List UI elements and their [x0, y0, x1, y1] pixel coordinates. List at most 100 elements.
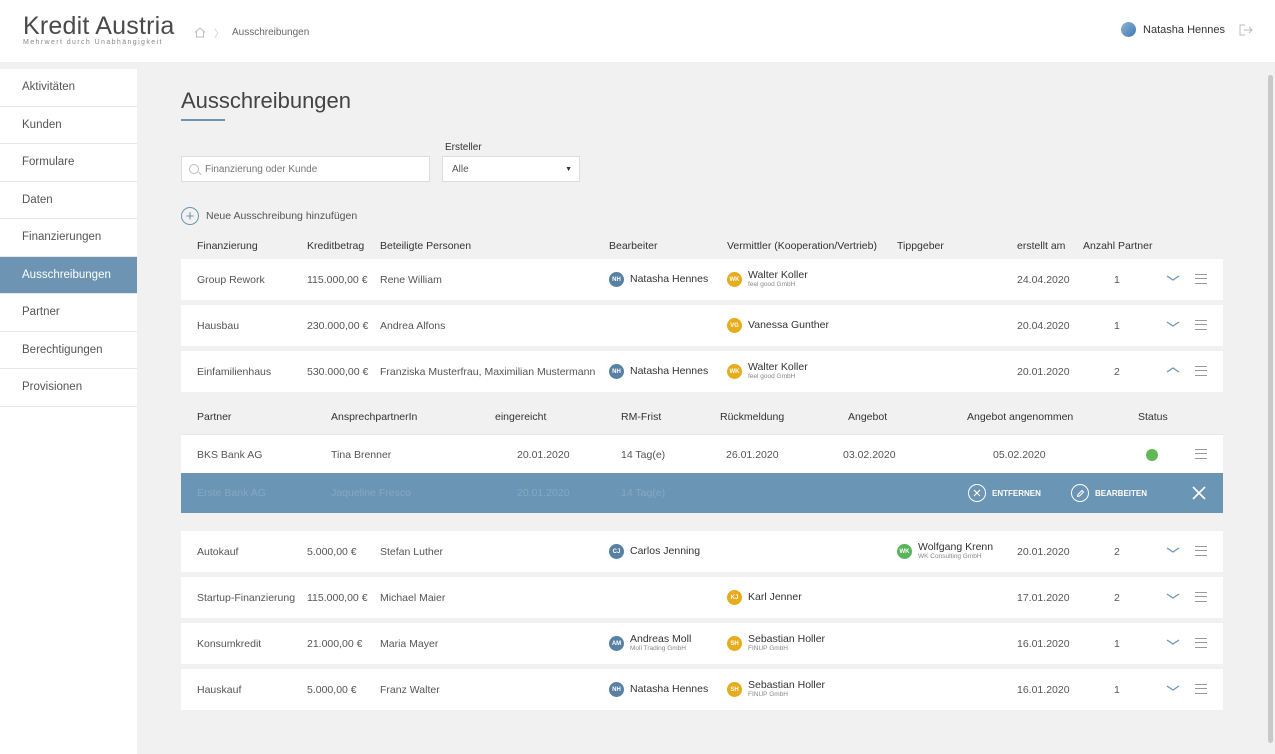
col-erstellt-am[interactable]: erstellt am	[1017, 240, 1065, 252]
table-row-expanded[interactable]: Einfamilienhaus 530.000,00 € Franziska M…	[181, 351, 1223, 392]
sidebar-item-label: Provisionen	[22, 381, 83, 394]
cell-kreditbetrag: 115.000,00 €	[307, 591, 368, 604]
sidebar-item-aktivitaeten[interactable]: Aktivitäten	[0, 69, 137, 107]
cell-bearbeiter: AM Andreas Moll Moll Trading GmbH	[609, 623, 691, 664]
subcol-status: Status	[1138, 411, 1168, 423]
top-bar: Kredit Austria Mehrwert durch Unabhängig…	[0, 0, 1275, 62]
subcol-partner: Partner	[197, 411, 232, 423]
sidebar-item-partner[interactable]: Partner	[0, 294, 137, 332]
sidebar-item-kunden[interactable]: Kunden	[0, 107, 137, 144]
edit-button[interactable]: BEARBEITEN	[1071, 484, 1147, 502]
col-kreditbetrag[interactable]: Kreditbetrag	[307, 240, 364, 252]
subcol-rm-frist: RM-Frist	[621, 411, 662, 423]
remove-label: ENTFERNEN	[992, 488, 1041, 498]
ersteller-select[interactable]: Alle ▼	[442, 156, 580, 182]
col-bearbeiter[interactable]: Bearbeiter	[609, 240, 657, 252]
brand-logo[interactable]: Kredit Austria Mehrwert durch Unabhängig…	[23, 13, 174, 46]
table-header: Finanzierung Kreditbetrag Beteiligte Per…	[181, 240, 1223, 254]
avatar: AM	[609, 636, 624, 651]
cell-personen: Michael Maier	[380, 591, 446, 604]
cell-finanzierung: Startup-Finanzierung	[197, 591, 296, 604]
scrollbar[interactable]	[1268, 75, 1273, 743]
chevron-up-icon[interactable]	[1166, 365, 1180, 375]
menu-icon[interactable]	[1195, 546, 1207, 556]
avatar: SH	[727, 636, 742, 651]
subcol-angebot: Angebot	[848, 411, 888, 423]
cell-angebot: 03.02.2020	[843, 448, 896, 461]
cell-vermittler: WK Walter Koller feel good GmbH	[727, 351, 808, 392]
user-menu[interactable]: Natasha Hennes	[1121, 22, 1253, 37]
cell-bearbeiter: NH Natasha Hennes	[609, 351, 708, 392]
chevron-down-icon[interactable]	[1166, 319, 1180, 329]
home-icon[interactable]	[194, 27, 206, 38]
subcol-angebot-angenommen: Angebot angenommen	[967, 411, 1074, 423]
search-icon	[189, 164, 199, 174]
cell-anzahl-partner: 1	[1114, 319, 1120, 332]
table-row[interactable]: Hausbau 230.000,00 € Andrea Alfons VG Va…	[181, 305, 1223, 346]
sidebar-item-ausschreibungen[interactable]: Ausschreibungen	[0, 256, 137, 294]
search-box[interactable]	[181, 156, 430, 182]
remove-button[interactable]: ENTFERNEN	[968, 484, 1041, 502]
chevron-down-icon[interactable]	[1166, 545, 1180, 555]
chevron-down-icon[interactable]	[1166, 637, 1180, 647]
cell-finanzierung: Hausbau	[197, 319, 240, 332]
sidebar-item-finanzierungen[interactable]: Finanzierungen	[0, 219, 137, 257]
table-row[interactable]: Startup-Finanzierung 115.000,00 € Michae…	[181, 577, 1223, 618]
cell-erstellt-am: 20.01.2020	[1017, 365, 1070, 378]
avatar: VG	[727, 318, 742, 333]
col-anzahl-partner[interactable]: Anzahl Partner	[1083, 240, 1152, 252]
avatar: NH	[609, 682, 624, 697]
menu-icon[interactable]	[1195, 366, 1207, 376]
cell-personen: Maria Mayer	[380, 637, 439, 650]
subcol-rueckmeldung: Rückmeldung	[720, 411, 785, 423]
cell-personen: Andrea Alfons	[380, 319, 446, 332]
sidebar-item-formulare[interactable]: Formulare	[0, 144, 137, 182]
menu-icon[interactable]	[1195, 274, 1207, 284]
col-tippgeber[interactable]: Tippgeber	[897, 240, 944, 252]
sidebar-item-berechtigungen[interactable]: Berechtigungen	[0, 332, 137, 369]
pencil-icon	[1071, 484, 1089, 502]
add-ausschreibung-button[interactable]: + Neue Ausschreibung hinzufügen	[181, 207, 357, 225]
sidebar-item-provisionen[interactable]: Provisionen	[0, 369, 137, 407]
edit-label: BEARBEITEN	[1095, 488, 1148, 498]
col-beteiligte-personen[interactable]: Beteiligte Personen	[380, 240, 471, 252]
sidebar-item-label: Ausschreibungen	[22, 268, 111, 281]
menu-icon[interactable]	[1195, 638, 1207, 648]
chevron-down-icon[interactable]	[1166, 591, 1180, 601]
partner-row-actions[interactable]: Erste Bank AG Jaqueline Fresco 20.01.202…	[181, 473, 1223, 513]
menu-icon[interactable]	[1195, 320, 1207, 330]
cell-erstellt-am: 20.01.2020	[1017, 545, 1070, 558]
chevron-down-icon[interactable]	[1166, 683, 1180, 693]
cell-bearbeiter: NH Natasha Hennes	[609, 669, 708, 710]
close-icon[interactable]	[1190, 484, 1208, 502]
sidebar-item-daten[interactable]: Daten	[0, 182, 137, 219]
col-finanzierung[interactable]: Finanzierung	[197, 240, 258, 252]
table-row[interactable]: Hauskauf 5.000,00 € Franz Walter NH Nata…	[181, 669, 1223, 710]
table-row[interactable]: Autokauf 5.000,00 € Stefan Luther CJ Car…	[181, 531, 1223, 572]
partner-row[interactable]: BKS Bank AG Tina Brenner 20.01.2020 14 T…	[181, 434, 1223, 473]
sidebar-item-label: Kunden	[22, 118, 62, 131]
close-circle-icon	[968, 484, 986, 502]
cell-erstellt-am: 16.01.2020	[1017, 683, 1070, 696]
cell-eingereicht: 20.01.2020	[517, 487, 570, 499]
vermittler-name: Karl Jenner	[748, 591, 802, 603]
brand-subtitle: Mehrwert durch Unabhängigkeit	[23, 39, 163, 46]
subcol-eingereicht: eingereicht	[495, 411, 547, 423]
sidebar: Aktivitäten Kunden Formulare Daten Finan…	[0, 69, 137, 754]
search-input[interactable]	[205, 163, 415, 175]
table-row[interactable]: Group Rework 115.000,00 € Rene William N…	[181, 259, 1223, 300]
menu-icon[interactable]	[1195, 449, 1207, 459]
chevron-down-icon[interactable]	[1166, 273, 1180, 283]
cell-finanzierung: Hauskauf	[197, 683, 242, 696]
menu-icon[interactable]	[1195, 592, 1207, 602]
col-vermittler[interactable]: Vermittler (Kooperation/Vertrieb)	[727, 240, 877, 252]
cell-personen: Franziska Musterfrau, Maximilian Musterm…	[380, 365, 596, 378]
cell-erstellt-am: 16.01.2020	[1017, 637, 1070, 650]
cell-anzahl-partner: 2	[1114, 365, 1120, 378]
table-row[interactable]: Konsumkredit 21.000,00 € Maria Mayer AM …	[181, 623, 1223, 664]
vermittler-company: FINUP GmbH	[748, 691, 788, 698]
logout-icon[interactable]	[1239, 24, 1253, 36]
menu-icon[interactable]	[1195, 684, 1207, 694]
vermittler-company: FINUP GmbH	[748, 645, 788, 652]
cell-finanzierung: Group Rework	[197, 273, 265, 286]
